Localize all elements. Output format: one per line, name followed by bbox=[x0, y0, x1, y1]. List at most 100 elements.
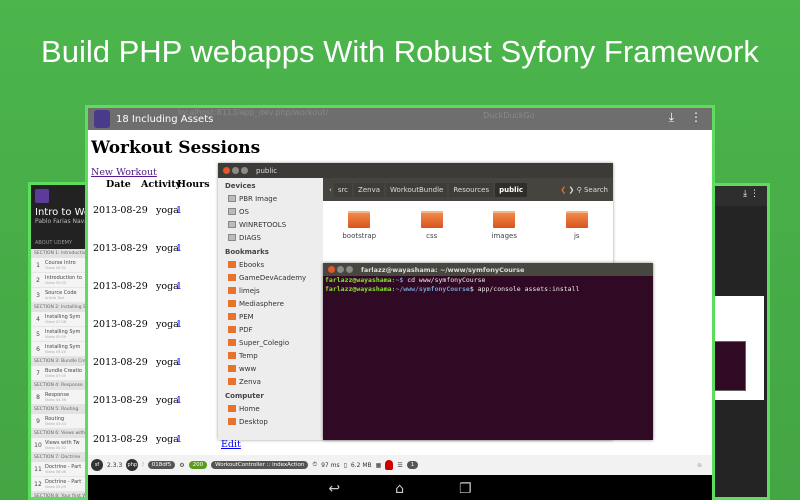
table-row: 2013-08-29 yoga 1 bbox=[93, 357, 182, 368]
folder-item[interactable]: images bbox=[474, 211, 534, 240]
edit-link[interactable]: Edit bbox=[221, 439, 241, 450]
lecture-item[interactable]: 5 Installing Sym Video 05:09 bbox=[31, 327, 92, 342]
table-row: 2013-08-29 yoga 1 bbox=[93, 243, 182, 254]
breadcrumb-item[interactable]: Resources bbox=[449, 182, 494, 197]
breadcrumb-item[interactable]: WorkoutBundle bbox=[386, 182, 448, 197]
row-activity: yoga bbox=[156, 357, 179, 368]
forward-arrow-icon[interactable]: ❯ bbox=[568, 186, 574, 194]
command: cd www/symfonyCourse bbox=[403, 276, 486, 284]
lecture-item[interactable]: 4 Installing Sym Video 07:08 bbox=[31, 312, 92, 327]
back-icon[interactable]: ↩ bbox=[328, 481, 340, 497]
folder-item[interactable]: bootstrap bbox=[329, 211, 389, 240]
search-label[interactable]: Search bbox=[584, 186, 608, 194]
lecture-item[interactable]: 8 Response Video 04:36 bbox=[31, 390, 92, 405]
lecture-item[interactable]: 1 Course Intro Video 04:32 bbox=[31, 258, 92, 273]
lecture-duration: Video 05:44 bbox=[45, 422, 67, 426]
row-hours: 1 bbox=[176, 281, 183, 292]
php-icon[interactable]: php bbox=[126, 459, 139, 471]
sidebar-place-item[interactable]: www bbox=[218, 362, 323, 375]
folder-icon bbox=[228, 365, 236, 372]
logs-icon[interactable]: ☰ bbox=[397, 462, 402, 469]
lecture-item[interactable]: 2 Introduction to Video 05:05 bbox=[31, 273, 92, 288]
sidebar-place-item[interactable]: Super_Colegio bbox=[218, 336, 323, 349]
lecture-duration: Video 04:32 bbox=[45, 266, 67, 270]
lecture-item[interactable]: 3 Source Code Article Text bbox=[31, 288, 92, 303]
more-menu-icon[interactable]: ⋮ bbox=[690, 110, 702, 125]
place-label: Zenva bbox=[239, 377, 261, 386]
home-icon[interactable]: ⌂ bbox=[395, 481, 404, 497]
token-badge[interactable]: 018df5 bbox=[147, 461, 176, 469]
row-hours: 1 bbox=[176, 205, 183, 216]
close-icon[interactable] bbox=[328, 266, 335, 273]
sidebar-place-item[interactable]: OS bbox=[218, 205, 323, 218]
sidebar-place-item[interactable]: GameDevAcademy bbox=[218, 271, 323, 284]
folder-item[interactable]: js bbox=[547, 211, 607, 240]
place-label: GameDevAcademy bbox=[239, 273, 307, 282]
table-row: 2013-08-29 yoga 1 bbox=[93, 395, 182, 406]
security-icon[interactable] bbox=[385, 460, 394, 470]
nav-arrows[interactable]: ❮ ❯ ⚲ Search bbox=[560, 186, 608, 194]
row-date: 2013-08-29 bbox=[93, 281, 148, 292]
controller-name: WorkoutController bbox=[215, 462, 265, 468]
sidebar-place-item[interactable]: DIAGS bbox=[218, 231, 323, 244]
folder-icon bbox=[228, 274, 236, 281]
search-icon[interactable]: ⚲ bbox=[577, 186, 582, 194]
breadcrumb-item[interactable]: src bbox=[333, 182, 353, 197]
sidebar-place-item[interactable]: Zenva bbox=[218, 375, 323, 388]
section-header: SECTION 1: Introduction bbox=[31, 249, 92, 258]
lecture-item[interactable]: 12 Doctrine - Part Video 05:09 bbox=[31, 477, 92, 492]
breadcrumb-item[interactable]: public bbox=[495, 182, 528, 197]
minimize-icon[interactable] bbox=[337, 266, 344, 273]
sidebar-place-item[interactable]: PBR Image bbox=[218, 192, 323, 205]
folder-icon bbox=[565, 211, 588, 228]
controller-badge[interactable]: WorkoutController :: indexAction bbox=[211, 461, 309, 469]
new-workout-link[interactable]: New Workout bbox=[91, 167, 157, 178]
app-logo-icon[interactable] bbox=[94, 110, 110, 128]
sidebar-place-item[interactable]: limejs bbox=[218, 284, 323, 297]
row-date: 2013-08-29 bbox=[93, 205, 148, 216]
status-badge[interactable]: 200 bbox=[188, 461, 208, 469]
lecture-item[interactable]: 9 Routing Video 05:44 bbox=[31, 414, 92, 429]
place-label: Mediasphere bbox=[239, 299, 284, 308]
sidebar-place-item[interactable]: Home bbox=[218, 402, 323, 415]
row-activity: yoga bbox=[156, 205, 179, 216]
lecture-item[interactable]: 7 Bundle Creatio Video 07:05 bbox=[31, 366, 92, 381]
table-row: 2013-08-29 yoga 1 bbox=[93, 319, 182, 330]
row-hours: 1 bbox=[176, 434, 183, 445]
sidebar-place-item[interactable]: Ebooks bbox=[218, 258, 323, 271]
sidebar-place-item[interactable]: Mediasphere bbox=[218, 297, 323, 310]
section-header: SECTION 7: Doctrine bbox=[31, 453, 92, 462]
memory-value[interactable]: 6.2 MB bbox=[351, 462, 372, 469]
place-label: OS bbox=[239, 207, 249, 216]
maximize-icon[interactable] bbox=[346, 266, 353, 273]
log-count-badge[interactable]: 1 bbox=[406, 461, 419, 469]
form-icon[interactable]: ▦ bbox=[376, 462, 382, 469]
sidebar-place-item[interactable]: PEM bbox=[218, 310, 323, 323]
time-value[interactable]: 97 ms bbox=[321, 462, 340, 469]
folder-item[interactable]: css bbox=[402, 211, 462, 240]
drive-icon bbox=[228, 234, 236, 241]
minimize-icon[interactable] bbox=[232, 167, 239, 174]
maximize-icon[interactable] bbox=[241, 167, 248, 174]
sidebar-place-item[interactable]: Desktop bbox=[218, 415, 323, 428]
breadcrumb-item[interactable]: Zenva bbox=[354, 182, 385, 197]
header-date: Date bbox=[106, 179, 131, 190]
back-arrow-icon[interactable]: ❮ bbox=[560, 186, 566, 194]
sidebar-place-item[interactable]: PDF bbox=[218, 323, 323, 336]
sidebar-place-item[interactable]: Temp bbox=[218, 349, 323, 362]
sidebar-group-header: Computer bbox=[225, 392, 264, 400]
lecture-item[interactable]: 10 Views with Tw Video 05:32 bbox=[31, 438, 92, 453]
download-icon[interactable]: ⤓ bbox=[669, 110, 674, 125]
close-toolbar-icon[interactable]: ⊗ bbox=[697, 462, 702, 469]
sidebar-place-item[interactable]: WINRETOOLS bbox=[218, 218, 323, 231]
row-date: 2013-08-29 bbox=[93, 243, 148, 254]
lecture-item[interactable]: 11 Doctrine - Part Video 06:06 bbox=[31, 462, 92, 477]
path-left-arrow-icon[interactable]: ‹ bbox=[329, 186, 332, 194]
folder-name: bootstrap bbox=[342, 232, 377, 240]
symfony-logo-icon[interactable]: sf bbox=[91, 459, 103, 471]
place-label: Super_Colegio bbox=[239, 338, 290, 347]
lecture-item[interactable]: 6 Installing Sym Video 05:20 bbox=[31, 342, 92, 357]
app-logo-icon bbox=[35, 189, 49, 203]
recent-apps-icon[interactable]: ❐ bbox=[459, 481, 472, 497]
close-icon[interactable] bbox=[223, 167, 230, 174]
